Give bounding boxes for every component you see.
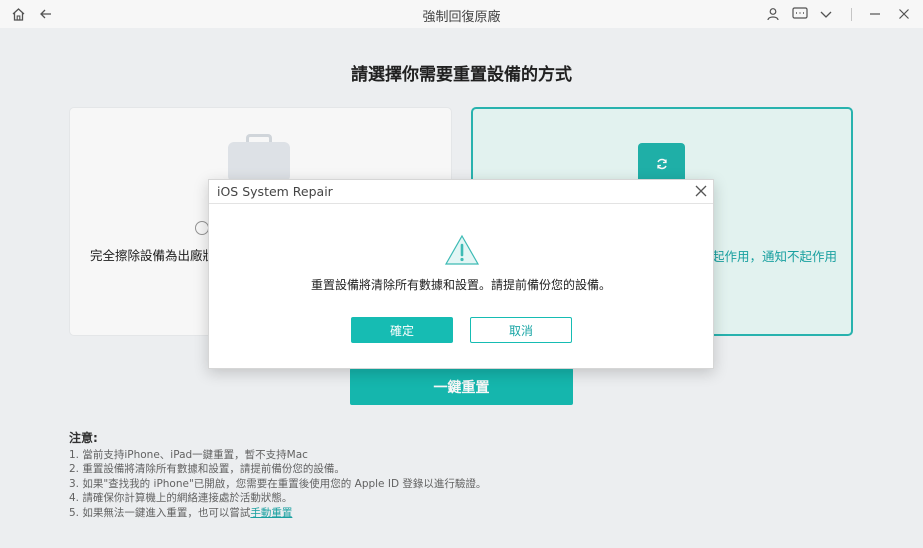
dialog-title: iOS System Repair — [217, 184, 333, 199]
confirm-dialog: iOS System Repair 重置設備將清除所有數據和設置。請提前備份您的… — [208, 179, 714, 369]
confirm-button[interactable]: 確定 — [351, 317, 453, 343]
dialog-message: 重置設備將清除所有數據和設置。請提前備份您的設備。 — [310, 278, 611, 292]
dialog-close-icon[interactable] — [693, 183, 709, 199]
cancel-button[interactable]: 取消 — [470, 317, 572, 343]
dialog-header: iOS System Repair — [209, 180, 713, 204]
warning-icon — [444, 234, 480, 266]
